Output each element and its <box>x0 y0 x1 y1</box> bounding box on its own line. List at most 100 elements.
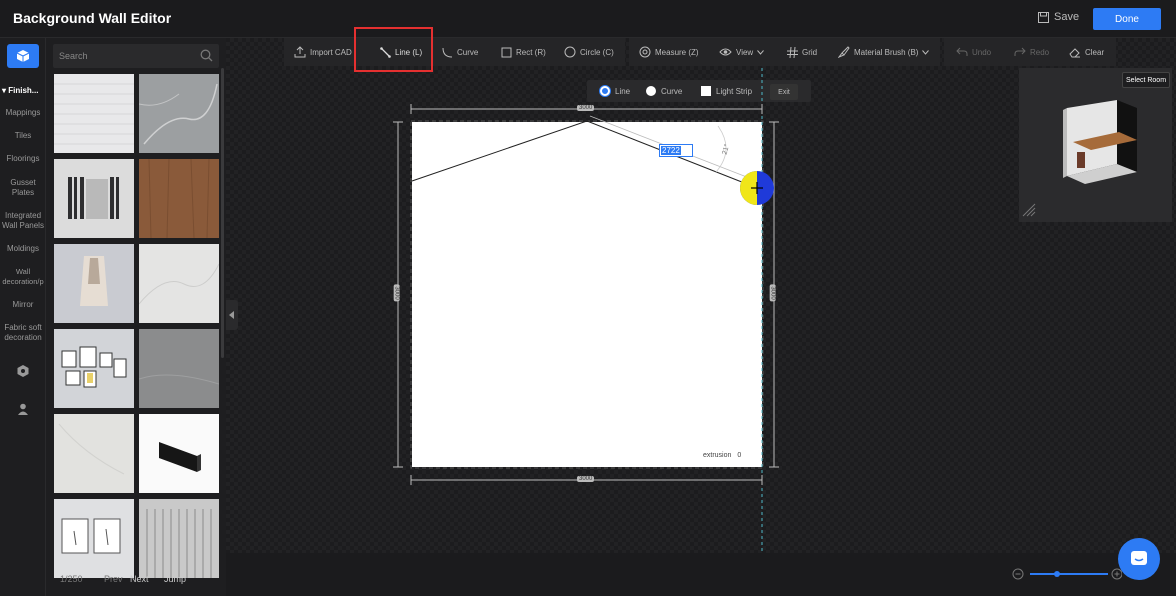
search-icon[interactable] <box>200 49 213 62</box>
category-wall-decoration[interactable]: Wall decoration/p <box>0 267 46 287</box>
panel-scrollbar[interactable] <box>221 68 224 358</box>
done-button[interactable]: Done <box>1093 8 1161 30</box>
line-mode-label: Line <box>615 86 631 96</box>
eraser-icon <box>1069 47 1080 57</box>
redo-label: Redo <box>1030 47 1050 57</box>
material-thumb-stone[interactable] <box>139 329 219 408</box>
wall-canvas[interactable] <box>412 122 762 467</box>
material-brush-label: Material Brush (B) <box>854 47 919 57</box>
next-page-button[interactable]: Next <box>130 574 149 584</box>
save-label: Save <box>1054 11 1080 23</box>
collapse-panel-button[interactable] <box>226 300 238 330</box>
prev-page-button[interactable]: Prev <box>104 574 123 584</box>
room-preview[interactable] <box>1019 68 1172 222</box>
category-tiles[interactable]: Tiles <box>0 131 46 141</box>
top-dimension-label[interactable]: 3000 <box>577 105 595 111</box>
extrusion-readout: extrusion 0 <box>703 452 741 459</box>
category-mappings[interactable]: Mappings <box>0 108 46 118</box>
material-thumb-gray-marble[interactable] <box>139 74 219 153</box>
save-button[interactable]: Save <box>1038 11 1079 23</box>
eye-icon <box>719 48 732 56</box>
category-gusset-plates[interactable]: Gusset Plates <box>0 178 46 198</box>
redo-button[interactable]: Redo <box>1014 38 1049 66</box>
material-thumb-towel[interactable] <box>54 244 134 323</box>
category-label: Finish... <box>8 86 39 95</box>
category-finish[interactable]: ▾ Finish... <box>0 86 46 96</box>
measure-button[interactable]: Measure (Z) <box>639 38 699 66</box>
length-input[interactable]: 2722 <box>659 144 693 157</box>
cube-icon[interactable] <box>7 44 39 68</box>
clear-button[interactable]: Clear <box>1069 38 1104 66</box>
line-radio[interactable] <box>600 86 610 96</box>
category-fabric-soft-decoration[interactable]: Fabric soft decoration <box>0 323 46 343</box>
category-mirror[interactable]: Mirror <box>0 300 46 310</box>
category-rail: ▾ Finish... Mappings Tiles Floorings Gus… <box>0 38 46 596</box>
material-brush-button[interactable]: Material Brush (B) <box>838 38 930 66</box>
grid-label: Grid <box>802 47 818 57</box>
drawing-toolbar: Import CAD Line (L) Curve Rect (R) Circl… <box>284 38 625 66</box>
zoom-out-icon[interactable] <box>1012 568 1024 580</box>
light-strip-option[interactable]: Light Strip <box>701 80 752 102</box>
category-integrated-wall-panels[interactable]: Integrated Wall Panels <box>0 211 46 231</box>
rect-icon <box>501 47 512 57</box>
length-input-value: 2722 <box>661 146 681 155</box>
chat-support-button[interactable] <box>1118 538 1160 580</box>
material-thumb-wood[interactable] <box>139 159 219 238</box>
search-input[interactable] <box>53 44 193 68</box>
extrusion-label: extrusion <box>703 452 732 459</box>
view-toolbar: Measure (Z) View Grid Material Brush (B) <box>629 38 940 66</box>
exit-button[interactable]: Exit <box>770 84 798 100</box>
line-mode-option[interactable]: Line <box>600 80 630 102</box>
material-thumb-light-marble[interactable] <box>139 244 219 323</box>
circle-tool-button[interactable]: Circle (C) <box>564 38 614 66</box>
search-box <box>53 44 219 68</box>
material-thumb-beige-marble[interactable] <box>54 414 134 493</box>
curve-mode-option[interactable]: Curve <box>646 80 682 102</box>
curve-tool-button[interactable]: Curve <box>442 38 478 66</box>
measure-label: Measure (Z) <box>655 47 699 57</box>
rect-tool-button[interactable]: Rect (R) <box>501 38 546 66</box>
undo-label: Undo <box>972 47 992 57</box>
zoom-control <box>1012 566 1123 582</box>
import-cad-label: Import CAD <box>310 47 352 57</box>
clear-label: Clear <box>1085 47 1105 57</box>
material-thumb-deer-frames[interactable] <box>54 499 134 578</box>
material-thumb-black-panel[interactable] <box>139 414 219 493</box>
select-room-button[interactable]: Select Room <box>1122 72 1170 88</box>
redo-icon <box>1014 47 1026 56</box>
hexagon-settings-icon[interactable] <box>16 364 30 378</box>
material-thumb-slat-panel[interactable] <box>139 499 219 578</box>
rect-tool-label: Rect (R) <box>516 47 546 57</box>
category-moldings[interactable]: Moldings <box>0 244 46 254</box>
brush-icon <box>838 46 850 58</box>
zoom-slider-handle[interactable] <box>1054 571 1060 577</box>
user-icon[interactable] <box>16 402 30 416</box>
view-dropdown[interactable]: View <box>719 38 765 66</box>
circle-icon <box>564 46 576 58</box>
light-strip-checkbox[interactable] <box>701 86 711 96</box>
line-tool-button[interactable]: Line (L) <box>380 38 422 66</box>
resize-grip-icon[interactable] <box>1021 202 1037 218</box>
line-icon <box>380 46 391 58</box>
collapse-arrow-icon <box>229 311 234 319</box>
undo-button[interactable]: Undo <box>956 38 991 66</box>
right-dimension-label[interactable]: 3000 <box>769 284 776 302</box>
left-dimension-label[interactable]: 3000 <box>393 284 400 302</box>
edit-toolbar: Undo Redo Clear <box>944 38 1116 66</box>
import-cad-button[interactable]: Import CAD <box>294 38 352 66</box>
curve-tool-label: Curve <box>457 47 479 57</box>
grid-icon <box>787 46 798 58</box>
jump-page-button[interactable]: Jump <box>164 574 186 584</box>
chevron-down-icon <box>757 49 765 55</box>
material-panel: 1/250 Prev Next Jump <box>46 38 226 596</box>
material-thumb-frames[interactable] <box>54 329 134 408</box>
grid-toggle[interactable]: Grid <box>787 38 817 66</box>
bottom-dimension-label[interactable]: 3000 <box>577 476 595 482</box>
light-strip-label: Light Strip <box>716 86 753 96</box>
curve-icon <box>442 47 453 57</box>
category-floorings[interactable]: Floorings <box>0 154 46 164</box>
curve-radio[interactable] <box>646 86 656 96</box>
top-bar: Background Wall Editor Save Done <box>0 0 1176 38</box>
material-thumb-curtain[interactable] <box>54 159 134 238</box>
material-thumb-white-brick[interactable] <box>54 74 134 153</box>
